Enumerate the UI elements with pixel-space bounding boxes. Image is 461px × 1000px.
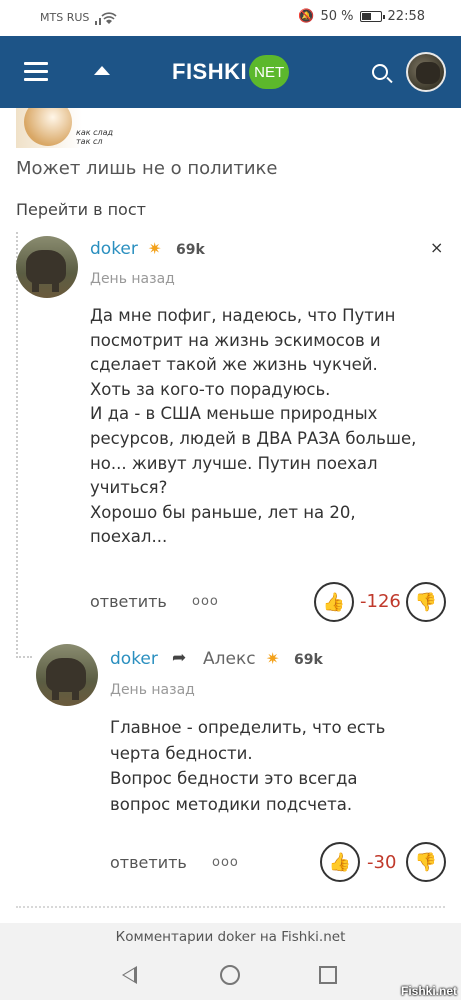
comment-line: учиться? (90, 478, 168, 498)
logo-text: FISHKI (172, 59, 248, 84)
comment-line: Да мне пофиг, надеюсь, что Путин (90, 306, 396, 325)
reply-time: День назад (110, 682, 195, 698)
reply-arrow-icon: ➦ (172, 648, 187, 668)
thread-line (16, 232, 18, 658)
comment-line: но... живут лучше. Путин поехал (90, 453, 378, 473)
go-to-post-link[interactable]: Перейти в пост (16, 200, 146, 219)
reply-button[interactable]: ответить (90, 592, 167, 611)
status-right: 🔕 50 % 22:58 (298, 9, 425, 24)
comment-line: И да - в США меньше природных (90, 404, 378, 424)
search-icon[interactable] (372, 64, 388, 80)
app-header: FISHKI NET (0, 36, 461, 108)
comment-avatar[interactable] (16, 236, 78, 298)
thumbs-down-icon[interactable]: 👎 (406, 842, 446, 882)
comment-body: Да мне пофиг, надеюсь, что Путин посмотр… (90, 304, 416, 550)
more-options-button[interactable]: ооо (192, 594, 219, 609)
comment-line: черта бедности. (110, 743, 253, 763)
mute-icon: 🔕 (298, 9, 315, 24)
carrier-label: MTS RUS (40, 11, 90, 24)
comment-line: Вопрос бедности это всегда (110, 769, 358, 788)
comment-score: -126 (360, 591, 401, 612)
comment-line: Главное - определить, что есть (110, 718, 386, 737)
scroll-up-icon[interactable] (94, 66, 110, 75)
user-rating: 69k (176, 242, 205, 258)
battery-icon (359, 11, 385, 22)
thumbs-down-icon[interactable]: 👎 (406, 582, 446, 622)
comment-time: День назад (90, 271, 175, 287)
clock: 22:58 (387, 9, 425, 24)
comment-line: вопрос методики подсчета. (110, 794, 353, 814)
home-icon[interactable] (220, 965, 240, 985)
comment-line: ресурсов, людей в ДВА РАЗА больше, (90, 428, 417, 448)
menu-icon[interactable] (24, 62, 48, 82)
reply-button[interactable]: ответить (110, 853, 187, 872)
user-rating: 69k (294, 652, 323, 668)
star-icon: ✷ (266, 649, 280, 668)
reply-avatar[interactable] (36, 644, 98, 706)
divider (16, 906, 445, 908)
logo[interactable]: FISHKI NET (172, 55, 290, 89)
system-nav-bar (0, 952, 461, 1000)
close-icon[interactable]: × (430, 238, 443, 257)
user-avatar[interactable] (406, 52, 446, 92)
status-bar: MTS RUS 🔕 50 % 22:58 (0, 0, 461, 36)
footer-link[interactable]: Комментарии doker на Fishki.net (0, 923, 461, 952)
thumbs-up-icon[interactable]: 👍 (314, 582, 354, 622)
comment-line: Хорошо бы раньше, лет на 20, (90, 502, 356, 522)
watermark: Fishki.net (400, 984, 457, 998)
battery-label: 50 % (320, 9, 354, 24)
thread-branch (16, 656, 32, 658)
reply-body: Главное - определить, что есть черта бед… (110, 715, 385, 817)
wifi-icon (95, 12, 117, 25)
comment-username[interactable]: doker (90, 239, 138, 259)
comment-line: посмотрит на жизнь эскимосов и (90, 330, 381, 350)
comment-line: сделает такой же жизнь чукчей. (90, 355, 378, 375)
reply-username[interactable]: doker (110, 649, 158, 669)
comment-line: Хоть за кого-то порадуюсь. (90, 379, 331, 399)
more-options-button[interactable]: ооо (212, 855, 239, 870)
thumbnail-caption: как слад так сл (76, 128, 114, 146)
back-icon[interactable] (122, 966, 137, 984)
logo-badge: NET (249, 55, 290, 89)
thumbs-up-icon[interactable]: 👍 (320, 842, 360, 882)
star-icon: ✷ (148, 239, 162, 258)
post-subtitle: Может лишь не о политике (16, 158, 278, 179)
recent-apps-icon[interactable] (319, 966, 337, 984)
reply-to-username[interactable]: Алекс (203, 649, 256, 669)
post-thumbnail[interactable]: как слад так сл (16, 108, 126, 148)
comment-line: поехал... (90, 527, 168, 547)
reply-score: -30 (367, 852, 397, 873)
